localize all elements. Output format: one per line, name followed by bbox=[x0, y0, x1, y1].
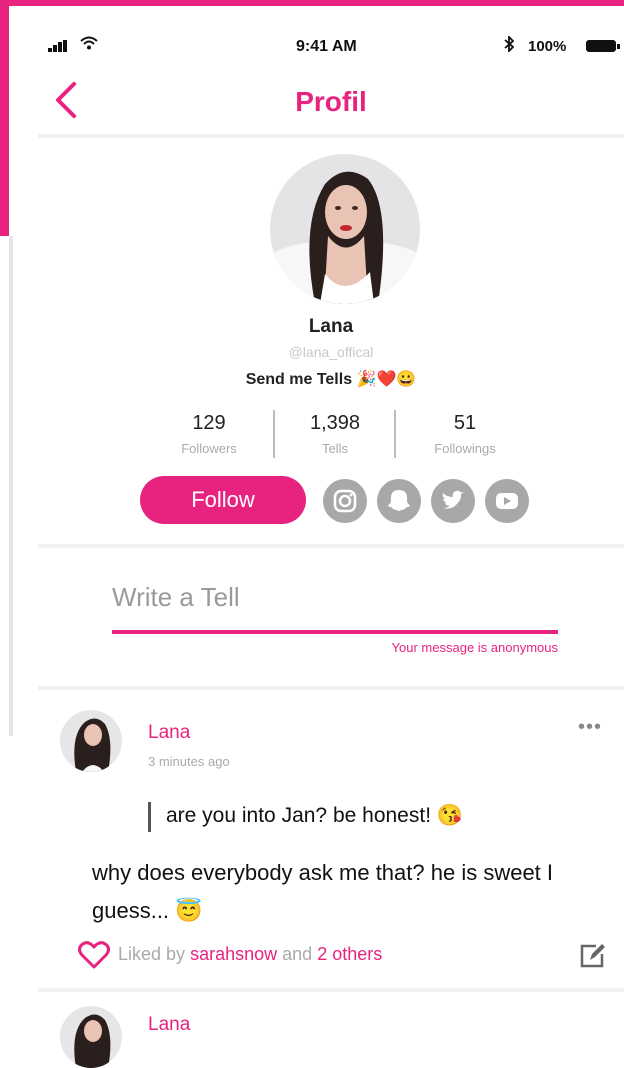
next-post-card bbox=[38, 992, 624, 1032]
heart-icon bbox=[78, 941, 110, 969]
stat-label: Followers bbox=[181, 441, 237, 456]
stat-label: Followings bbox=[434, 441, 496, 456]
stat-tells[interactable]: 1,398 Tells bbox=[280, 412, 390, 456]
snapchat-button[interactable] bbox=[377, 479, 421, 523]
liked-prefix: Liked by bbox=[118, 944, 186, 964]
youtube-button[interactable] bbox=[485, 479, 529, 523]
post-time: 3 minutes ago bbox=[148, 754, 230, 769]
background-edge bbox=[9, 236, 13, 736]
profile-name: Lana bbox=[308, 316, 354, 337]
stat-value: 51 bbox=[453, 412, 477, 434]
post-question: are you into Jan? be honest! 😘 bbox=[166, 804, 464, 827]
instagram-button[interactable] bbox=[323, 479, 367, 523]
stat-label: Tells bbox=[321, 441, 348, 456]
input-underline bbox=[112, 630, 558, 634]
anonymous-note: Your message is anonymous bbox=[391, 640, 558, 655]
battery-percent: 100% bbox=[528, 38, 567, 55]
liked-by-text: Liked by sarahsnow and 2 others bbox=[118, 944, 382, 965]
background-pink-panel bbox=[0, 6, 9, 236]
post-avatar[interactable] bbox=[60, 1006, 122, 1068]
youtube-icon bbox=[496, 493, 518, 509]
status-time: 9:41 AM bbox=[296, 38, 357, 55]
twitter-icon bbox=[442, 490, 464, 509]
phone-screen: 9:41 AM 100% Profil Lana @lana_offical S… bbox=[38, 16, 624, 1068]
signal-icon bbox=[48, 40, 70, 52]
stat-divider bbox=[273, 410, 275, 458]
composer-card bbox=[38, 548, 624, 686]
instagram-icon bbox=[333, 489, 357, 513]
stat-value: 129 bbox=[192, 412, 226, 434]
like-button[interactable] bbox=[78, 940, 110, 970]
write-tell-input[interactable]: Write a Tell bbox=[112, 582, 558, 613]
stat-divider bbox=[394, 410, 396, 458]
profile-avatar[interactable] bbox=[270, 154, 420, 304]
bluetooth-icon bbox=[504, 34, 515, 56]
profile-handle: @lana_offical bbox=[288, 344, 374, 360]
wifi-icon bbox=[80, 35, 98, 55]
page-title: Profil bbox=[295, 86, 367, 117]
profile-bio: Send me Tells 🎉❤️😀 bbox=[245, 371, 417, 388]
post-author[interactable]: Lana bbox=[148, 722, 190, 744]
edit-button[interactable] bbox=[576, 940, 608, 972]
stat-value: 1,398 bbox=[309, 412, 361, 434]
battery-tip bbox=[617, 44, 620, 49]
snapchat-icon bbox=[388, 490, 410, 511]
liked-user-link[interactable]: sarahsnow bbox=[190, 944, 277, 964]
edit-icon bbox=[580, 944, 605, 968]
follow-button[interactable]: Follow bbox=[140, 476, 306, 524]
more-options-icon[interactable]: ••• bbox=[578, 716, 602, 739]
battery-icon bbox=[586, 40, 616, 52]
post-avatar[interactable] bbox=[60, 710, 122, 772]
background-pink-bar bbox=[0, 0, 624, 6]
post-author[interactable]: Lana bbox=[148, 1014, 190, 1036]
header: 9:41 AM 100% Profil bbox=[38, 16, 624, 134]
liked-and: and bbox=[282, 944, 313, 964]
twitter-button[interactable] bbox=[431, 479, 475, 523]
stat-followers[interactable]: 129 Followers bbox=[154, 412, 264, 456]
stat-followings[interactable]: 51 Followings bbox=[410, 412, 520, 456]
liked-others-link[interactable]: 2 others bbox=[317, 944, 382, 964]
quote-bar bbox=[148, 802, 151, 832]
post-answer: why does everybody ask me that? he is sw… bbox=[92, 860, 554, 923]
